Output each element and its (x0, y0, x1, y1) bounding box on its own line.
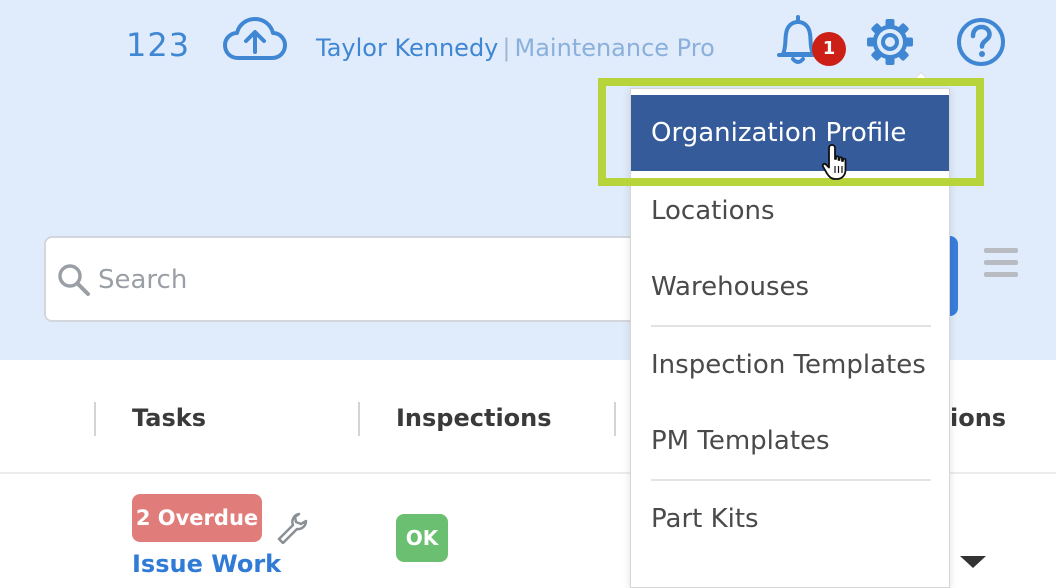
menu-item-pm-templates[interactable]: PM Templates (631, 403, 949, 479)
hamburger-icon[interactable] (984, 248, 1018, 282)
column-header-actions[interactable]: ions (950, 404, 1006, 432)
help-icon[interactable] (955, 16, 1007, 68)
caret-down-icon[interactable] (960, 556, 986, 568)
user-role: Maintenance Pro (514, 34, 715, 62)
search-icon (58, 264, 90, 296)
header-count: 123 (126, 26, 191, 64)
user-info: Taylor Kennedy | Maintenance Pro (316, 34, 715, 62)
search-input[interactable] (96, 256, 660, 304)
menu-item-inspection-templates[interactable]: Inspection Templates (631, 327, 949, 403)
hamburger-line (984, 260, 1018, 265)
user-separator: | (502, 34, 511, 62)
column-divider (614, 402, 616, 436)
issue-work-link[interactable]: Issue Work (132, 550, 281, 578)
column-header-inspections[interactable]: Inspections (396, 404, 552, 432)
menu-item-organization-profile[interactable]: Organization Profile (631, 95, 949, 171)
menu-item-locations[interactable]: Locations (631, 173, 949, 249)
settings-dropdown-menu: Organization Profile Locations Warehouse… (630, 88, 950, 588)
inspection-status-badge: OK (396, 514, 448, 562)
column-divider (358, 402, 360, 436)
hamburger-line (984, 248, 1018, 253)
gear-icon[interactable] (864, 16, 916, 68)
user-name: Taylor Kennedy (316, 34, 499, 62)
overdue-badge[interactable]: 2 Overdue (132, 494, 262, 542)
hamburger-line (984, 272, 1018, 277)
search-box (44, 236, 684, 322)
column-header-tasks[interactable]: Tasks (132, 404, 206, 432)
cloud-upload-icon[interactable] (222, 16, 288, 66)
wrench-icon[interactable] (274, 510, 308, 544)
column-divider (94, 402, 96, 436)
menu-item-warehouses[interactable]: Warehouses (631, 249, 949, 325)
menu-item-part-kits[interactable]: Part Kits (631, 481, 949, 557)
notification-badge: 1 (812, 32, 846, 66)
dropdown-pointer (912, 72, 930, 81)
